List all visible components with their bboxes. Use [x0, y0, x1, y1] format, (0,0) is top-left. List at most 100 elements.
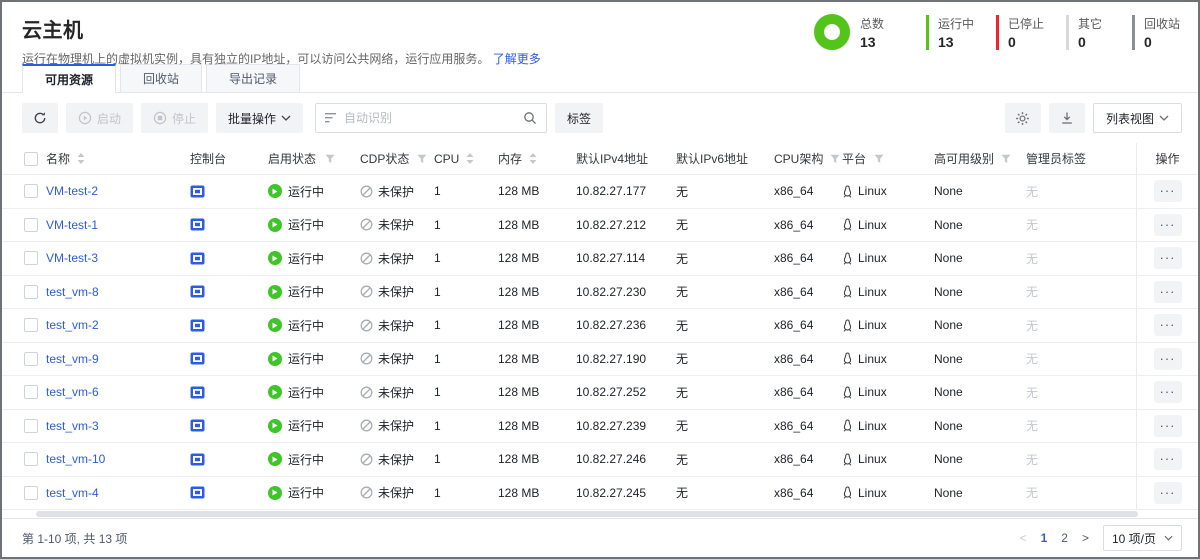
page-number-2[interactable]: 2: [1061, 531, 1068, 545]
next-page-button[interactable]: >: [1082, 531, 1089, 545]
row-actions-button[interactable]: ···: [1154, 281, 1182, 303]
view-mode-select[interactable]: 列表视图: [1093, 103, 1182, 133]
arch-value: x86_64: [774, 410, 842, 443]
sort-icon[interactable]: [466, 153, 474, 164]
ipv4-value: 10.82.27.246: [576, 443, 676, 476]
ipv6-value: 无: [676, 175, 774, 208]
unprotected-icon: [360, 218, 373, 231]
tag-button[interactable]: 标签: [555, 103, 603, 133]
console-icon[interactable]: [190, 453, 205, 466]
ha-value: None: [934, 343, 1026, 376]
cpu-value: 1: [434, 410, 498, 443]
row-actions-button[interactable]: ···: [1154, 348, 1182, 370]
row-checkbox[interactable]: [24, 385, 38, 399]
batch-operations-button[interactable]: 批量操作: [216, 103, 303, 133]
sort-icon[interactable]: [529, 153, 537, 164]
tab-available-resources[interactable]: 可用资源: [22, 64, 116, 93]
console-icon[interactable]: [190, 285, 205, 298]
row-actions-button[interactable]: ···: [1154, 448, 1182, 470]
col-platform[interactable]: 平台: [842, 143, 934, 174]
vm-name-link[interactable]: test_vm-2: [46, 318, 99, 332]
vm-name-link[interactable]: test_vm-3: [46, 419, 99, 433]
tab-recycle-bin[interactable]: 回收站: [120, 64, 202, 92]
row-checkbox[interactable]: [24, 452, 38, 466]
status-text: 运行中: [288, 283, 324, 300]
sort-icon[interactable]: [77, 153, 85, 164]
learn-more-link[interactable]: 了解更多: [493, 52, 541, 66]
platform-text: Linux: [858, 285, 887, 299]
col-cpu[interactable]: CPU: [434, 143, 498, 174]
table-row: test_vm-3 运行中 未保护 1 128 MB 10.82.27.239 …: [2, 410, 1198, 444]
row-checkbox[interactable]: [24, 218, 38, 232]
vm-name-link[interactable]: VM-test-2: [46, 184, 98, 198]
vm-name-link[interactable]: test_vm-4: [46, 486, 99, 500]
row-checkbox[interactable]: [24, 251, 38, 265]
admin-tag-value: 无: [1026, 343, 1136, 376]
col-cdp[interactable]: CDP状态: [360, 143, 434, 174]
arch-value: x86_64: [774, 175, 842, 208]
row-actions-button[interactable]: ···: [1154, 314, 1182, 336]
scrollbar-thumb[interactable]: [36, 511, 1138, 517]
ipv6-value: 无: [676, 242, 774, 275]
admin-tag-value: 无: [1026, 443, 1136, 476]
console-icon[interactable]: [190, 352, 205, 365]
vm-name-link[interactable]: VM-test-3: [46, 251, 98, 265]
console-icon[interactable]: [190, 319, 205, 332]
row-checkbox[interactable]: [24, 486, 38, 500]
filter-icon[interactable]: [1001, 154, 1011, 164]
col-arch[interactable]: CPU架构: [774, 143, 842, 174]
row-checkbox[interactable]: [24, 318, 38, 332]
platform-text: Linux: [858, 385, 887, 399]
console-icon[interactable]: [190, 419, 205, 432]
start-button[interactable]: 启动: [66, 103, 133, 133]
stop-button[interactable]: 停止: [141, 103, 208, 133]
col-status[interactable]: 启用状态: [268, 143, 360, 174]
col-name[interactable]: 名称: [46, 143, 190, 174]
filter-icon[interactable]: [325, 154, 335, 164]
filter-icon[interactable]: [874, 154, 884, 164]
console-icon[interactable]: [190, 185, 205, 198]
col-ha-level[interactable]: 高可用级别: [934, 143, 1026, 174]
row-checkbox[interactable]: [24, 184, 38, 198]
ipv4-value: 10.82.27.245: [576, 477, 676, 510]
export-button[interactable]: [1049, 103, 1085, 133]
row-actions-button[interactable]: ···: [1154, 415, 1182, 437]
row-actions-button[interactable]: ···: [1154, 381, 1182, 403]
row-checkbox[interactable]: [24, 419, 38, 433]
vm-name-link[interactable]: test_vm-10: [46, 452, 105, 466]
row-actions-button[interactable]: ···: [1154, 482, 1182, 504]
filter-icon[interactable]: [417, 154, 427, 164]
ipv4-value: 10.82.27.239: [576, 410, 676, 443]
select-all-checkbox[interactable]: [24, 152, 38, 166]
search-icon[interactable]: [523, 111, 537, 125]
linux-icon: [842, 185, 853, 198]
row-checkbox[interactable]: [24, 352, 38, 366]
vm-name-link[interactable]: VM-test-1: [46, 218, 98, 232]
search-input[interactable]: [344, 111, 516, 125]
filter-lines-icon: [325, 113, 337, 123]
console-icon[interactable]: [190, 252, 205, 265]
settings-button[interactable]: [1005, 103, 1041, 133]
gear-icon: [1015, 111, 1030, 126]
row-actions-button[interactable]: ···: [1154, 247, 1182, 269]
chevron-down-icon: [1159, 115, 1169, 121]
row-checkbox[interactable]: [24, 285, 38, 299]
cpu-value: 1: [434, 209, 498, 242]
row-actions-button[interactable]: ···: [1154, 180, 1182, 202]
status-text: 运行中: [288, 384, 324, 401]
row-actions-button[interactable]: ···: [1154, 214, 1182, 236]
console-icon[interactable]: [190, 386, 205, 399]
filter-icon[interactable]: [830, 154, 840, 164]
col-memory[interactable]: 内存: [498, 143, 576, 174]
prev-page-button[interactable]: <: [1020, 531, 1027, 545]
console-icon[interactable]: [190, 218, 205, 231]
vm-name-link[interactable]: test_vm-9: [46, 352, 99, 366]
console-icon[interactable]: [190, 486, 205, 499]
vm-name-link[interactable]: test_vm-8: [46, 285, 99, 299]
page-size-select[interactable]: 10 项/页: [1103, 525, 1182, 551]
tab-export-records[interactable]: 导出记录: [206, 64, 300, 92]
col-actions: 操作: [1136, 143, 1198, 174]
vm-name-link[interactable]: test_vm-6: [46, 385, 99, 399]
refresh-button[interactable]: [22, 103, 58, 133]
page-number-1[interactable]: 1: [1041, 531, 1048, 545]
